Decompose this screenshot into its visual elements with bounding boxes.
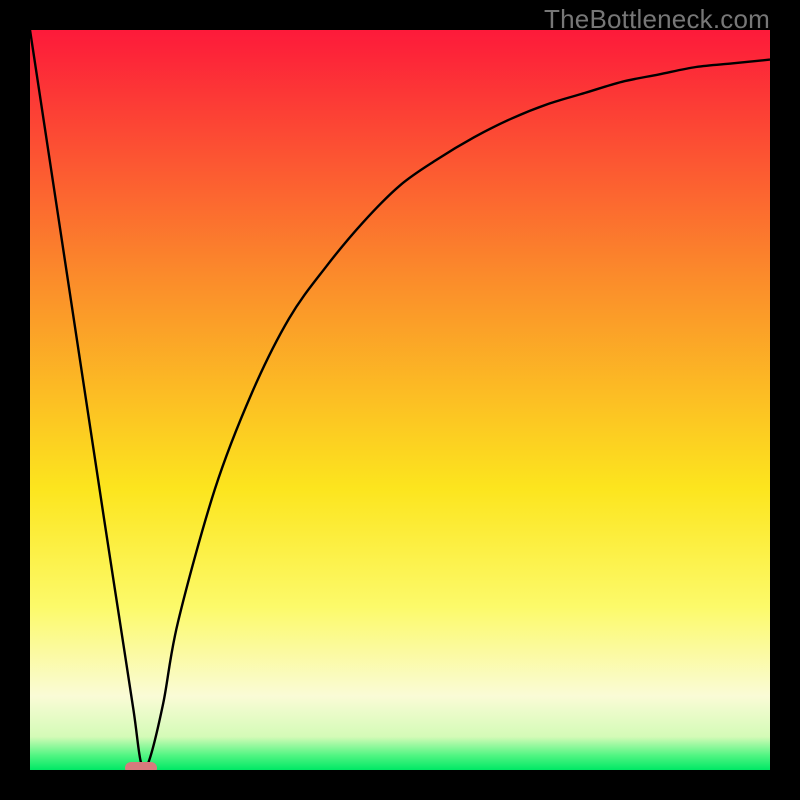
bottleneck-chart	[30, 30, 770, 770]
chart-frame: TheBottleneck.com	[0, 0, 800, 800]
watermark-text: TheBottleneck.com	[544, 4, 770, 35]
plot-area	[30, 30, 770, 770]
target-marker	[125, 762, 157, 770]
gradient-background	[30, 30, 770, 770]
